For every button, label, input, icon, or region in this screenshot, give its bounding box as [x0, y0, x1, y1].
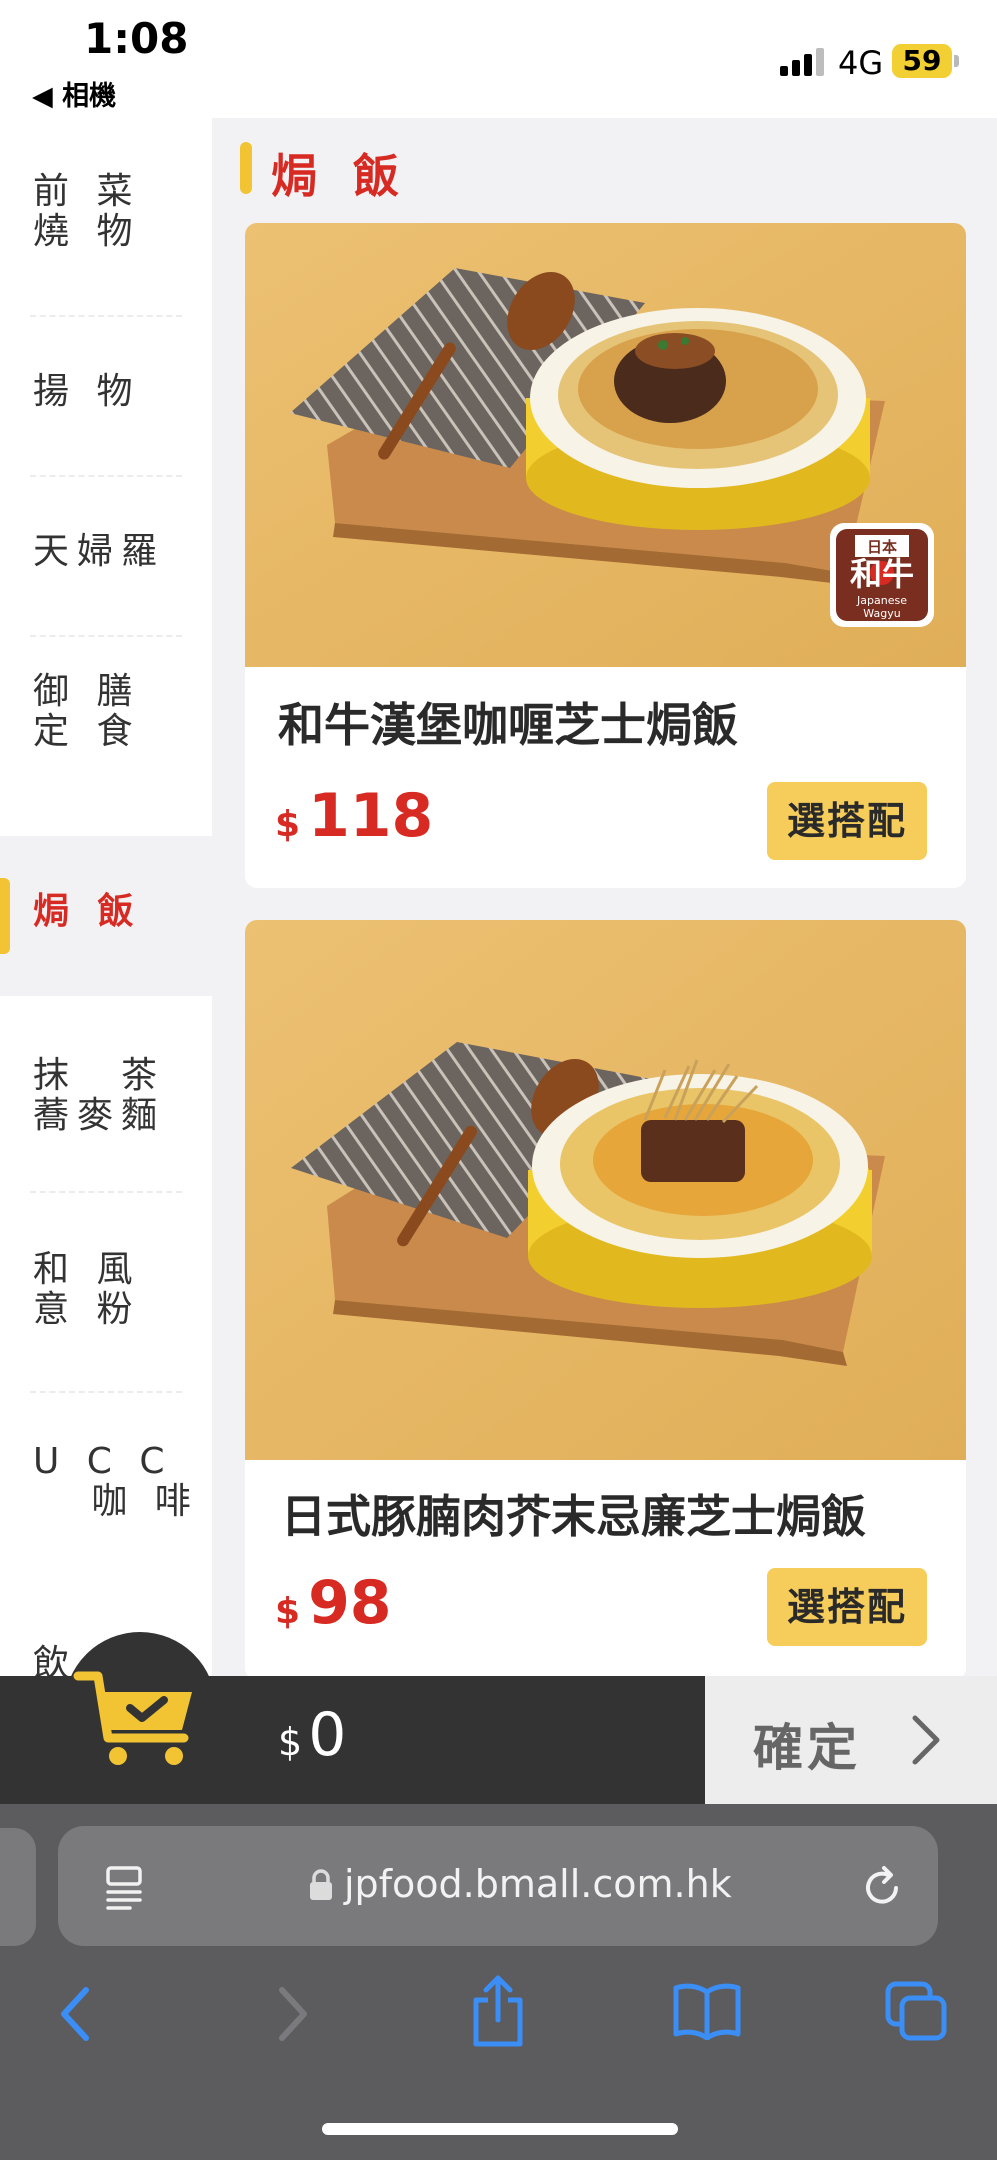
sidebar-item-label: 御 膳 定 食	[33, 671, 141, 752]
product-card[interactable]: 日式豚腩肉芥末忌廉芝士焗飯 $98 選搭配	[245, 920, 966, 1676]
reader-view-icon[interactable]	[102, 1864, 146, 1910]
badge-main-text: 和牛	[850, 555, 914, 593]
category-sidebar: 前 菜 燒 物 揚 物 天婦羅 御 膳 定 食 焗 飯 抹 茶 蕎麥麵 和 風 …	[0, 118, 212, 1676]
cart-button[interactable]	[64, 1632, 216, 1784]
active-indicator	[0, 878, 10, 954]
sidebar-item-ucc-coffee[interactable]: U C C 咖 啡	[0, 1392, 212, 1552]
previous-tab[interactable]	[0, 1828, 36, 1946]
sidebar-item-tempura[interactable]: 天婦羅	[0, 476, 212, 636]
product-name: 日式豚腩肉芥末忌廉芝士焗飯	[281, 1490, 867, 1543]
product-image	[245, 920, 966, 1460]
network-type: 4G	[838, 44, 884, 82]
browser-toolbar: jpfood.bmall.com.hk	[0, 1804, 997, 2160]
lock-icon	[310, 1869, 332, 1900]
back-to-camera-link[interactable]: ◀ 相機	[32, 74, 116, 113]
product-card[interactable]: 日本 和牛 Japanese Wagyu 和牛漢堡咖喱芝士焗飯 $118 選搭配	[245, 223, 966, 888]
sidebar-item-baked-rice[interactable]: 焗 飯	[0, 836, 212, 996]
cart-total: $0	[278, 1700, 346, 1770]
sidebar-item-pasta[interactable]: 和 風 意 粉	[0, 1192, 212, 1352]
url-text: jpfood.bmall.com.hk	[344, 1862, 732, 1906]
sidebar-item-label: 天婦羅	[33, 531, 166, 572]
reload-icon[interactable]	[858, 1864, 906, 1912]
sidebar-item-label: U C C 咖 啡	[33, 1441, 199, 1522]
confirm-label: 確定	[753, 1719, 861, 1777]
badge-top-text: 日本	[867, 538, 897, 556]
share-icon[interactable]	[470, 1974, 526, 2048]
currency-symbol: $	[275, 804, 301, 845]
sidebar-item-matcha-soba[interactable]: 抹 茶 蕎麥麵	[0, 996, 212, 1156]
product-price: $98	[275, 1568, 392, 1638]
sidebar-item-label: 飲	[33, 1643, 78, 1677]
forward-arrow-icon[interactable]	[272, 1984, 312, 2044]
choose-combo-button[interactable]: 選搭配	[767, 1568, 927, 1646]
sidebar-item-label: 抹 茶 蕎麥麵	[33, 1055, 166, 1136]
section-marker	[240, 142, 252, 194]
cart-total-value: 0	[308, 1700, 347, 1770]
price-value: 118	[308, 781, 434, 851]
tabs-icon[interactable]	[884, 1980, 950, 2044]
product-name: 和牛漢堡咖喱芝士焗飯	[278, 698, 738, 752]
sidebar-item-label: 和 風 意 粉	[33, 1249, 141, 1330]
sidebar-item-fried[interactable]: 揚 物	[0, 316, 212, 476]
wagyu-badge: 日本和牛JapaneseWagyu	[830, 523, 934, 627]
cart-icon	[73, 1671, 192, 1765]
product-price: $118	[275, 781, 433, 851]
battery-tip	[954, 55, 959, 67]
sidebar-item-appetizers[interactable]: 前 菜 燒 物	[0, 118, 212, 278]
home-indicator	[322, 2123, 678, 2135]
currency-symbol: $	[275, 1591, 301, 1632]
sidebar-item-label: 揚 物	[33, 371, 141, 412]
confirm-button[interactable]: 確定	[705, 1676, 997, 1804]
sidebar-item-label: 焗 飯	[33, 891, 142, 932]
section-title: 焗 飯	[271, 149, 410, 203]
sidebar-item-label: 前 菜 燒 物	[33, 171, 141, 252]
address-bar[interactable]: jpfood.bmall.com.hk	[58, 1826, 938, 1946]
chevron-right-icon	[912, 1715, 940, 1765]
price-value: 98	[308, 1568, 392, 1638]
choose-combo-button[interactable]: 選搭配	[767, 782, 927, 860]
status-bar: 1:08 ◀ 相機 4G 59	[0, 0, 997, 118]
battery-icon: 59	[892, 44, 952, 78]
sidebar-item-set-meal[interactable]: 御 膳 定 食	[0, 636, 212, 796]
signal-icon	[780, 46, 826, 76]
bookmarks-icon[interactable]	[672, 1982, 742, 2040]
badge-sub-text: Wagyu	[863, 607, 900, 620]
product-list: 焗 飯 日本 和牛 Japanese Wagyu 和牛漢堡咖喱芝士焗飯 $ 11…	[212, 118, 997, 1676]
status-time: 1:08	[84, 14, 189, 63]
back-arrow-icon[interactable]	[56, 1984, 96, 2044]
badge-sub-text: Japanese	[856, 594, 907, 607]
product-image: 日本和牛JapaneseWagyu	[245, 223, 966, 667]
currency-symbol: $	[278, 1720, 303, 1764]
